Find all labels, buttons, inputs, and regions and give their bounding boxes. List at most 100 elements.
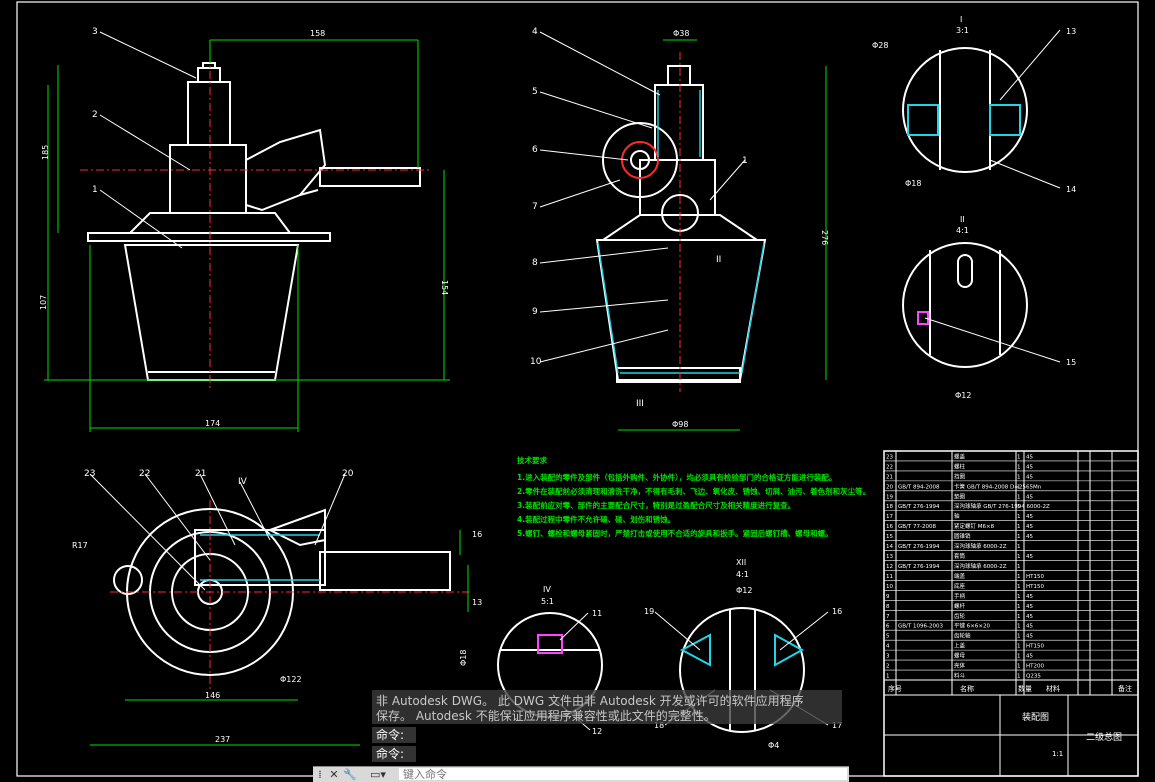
- svg-text:4: 4: [532, 27, 538, 37]
- command-message-line2: 保存。 Autodesk 不能保证应用程序兼容性或此文件的完整性。: [376, 709, 716, 723]
- detail-ii: [902, 242, 1028, 368]
- drawing-scale: 1:1: [1052, 750, 1063, 758]
- drawing-number: 二级总图: [1086, 731, 1122, 743]
- parts-cell-no: 15: [886, 534, 893, 540]
- dim-107: 107: [39, 295, 48, 310]
- parts-cell-no: 19: [886, 494, 893, 500]
- parts-cell-qty: 1: [1017, 584, 1021, 590]
- dim-158: 158: [310, 29, 325, 38]
- svg-text:21: 21: [195, 469, 206, 479]
- parts-cell-mat: HT150: [1026, 574, 1044, 580]
- top-view-balloons: 23 22 21 20 IV: [84, 469, 354, 487]
- svg-text:9: 9: [532, 307, 538, 317]
- parts-list: 23 螺盖 1 4522 螺柱 1 4521 挡圈 1 4520 GB/T 894-2008 卡簧 G…: [884, 452, 1138, 681]
- svg-text:4:1: 4:1: [736, 570, 749, 579]
- parts-cell-name: 底座: [954, 582, 966, 590]
- svg-text:13: 13: [1066, 27, 1076, 36]
- parts-cell-qty: 1: [1017, 634, 1021, 640]
- svg-text:XII: XII: [736, 558, 746, 567]
- parts-cell-mat: 45: [1026, 474, 1033, 480]
- svg-text:5:1: 5:1: [541, 597, 554, 606]
- parts-cell-mat: HT150: [1026, 584, 1044, 590]
- parts-cell-name: 套筒: [954, 552, 966, 560]
- parts-cell-name: 紧定螺钉 M6×8: [954, 522, 995, 530]
- svg-text:146: 146: [205, 691, 220, 700]
- parts-cell-no: 2: [886, 664, 890, 670]
- parts-cell-qty: 1: [1017, 454, 1021, 460]
- svg-text:III: III: [636, 399, 644, 409]
- svg-text:Φ12: Φ12: [955, 391, 971, 400]
- svg-text:Φ38: Φ38: [673, 29, 689, 38]
- parts-cell-qty: 1: [1017, 474, 1021, 480]
- svg-text:16: 16: [472, 530, 482, 539]
- parts-cell-code: GB/T 894-2008: [898, 484, 940, 490]
- svg-text:5: 5: [532, 87, 538, 97]
- parts-cell-code: GB/T 276-1994: [898, 544, 940, 550]
- svg-text:数量: 数量: [1018, 684, 1032, 693]
- parts-cell-qty: 1: [1017, 624, 1021, 630]
- parts-cell-name: 垫圈: [954, 492, 966, 500]
- parts-cell-qty: 1: [1017, 644, 1021, 650]
- svg-text:材料: 材料: [1046, 684, 1060, 693]
- parts-cell-mat: 45: [1026, 624, 1033, 630]
- customize-wrench-icon[interactable]: 🔧: [343, 767, 357, 782]
- svg-text:11: 11: [592, 609, 602, 618]
- parts-cell-qty: 1: [1017, 544, 1021, 550]
- svg-text:13: 13: [472, 598, 482, 607]
- parts-cell-qty: 1: [1017, 534, 1021, 540]
- drawing-canvas[interactable]: 158 185 107 174 154 3 2 1 Φ38 276 Φ98 4 …: [0, 0, 1155, 781]
- parts-cell-name: 手柄: [954, 592, 966, 600]
- svg-text:2.零件在装配前必须清理和清洗干净，不得有毛刺、飞边、氧化皮: 2.零件在装配前必须清理和清洗干净，不得有毛刺、飞边、氧化皮、锈蚀、切屑、油污、…: [517, 486, 870, 496]
- svg-text:12: 12: [592, 727, 602, 736]
- parts-cell-qty: 1: [1017, 614, 1021, 620]
- parts-cell-mat: 45: [1026, 524, 1033, 530]
- parts-cell-no: 8: [886, 604, 890, 610]
- svg-text:II: II: [716, 255, 721, 265]
- parts-cell-mat: HT200: [1026, 664, 1044, 670]
- svg-text:16: 16: [832, 607, 842, 616]
- parts-cell-no: 20: [886, 484, 893, 490]
- parts-cell-no: 6: [886, 624, 890, 630]
- svg-text:20: 20: [342, 469, 354, 479]
- svg-text:3:1: 3:1: [956, 26, 969, 35]
- drag-handle-icon[interactable]: ⁞: [315, 767, 325, 782]
- parts-cell-qty: 1: [1017, 524, 1021, 530]
- parts-cell-qty: 1: [1017, 604, 1021, 610]
- svg-text:15: 15: [1066, 358, 1076, 367]
- parts-cell-name: 齿轮: [954, 612, 966, 620]
- parts-cell-code: GB/T 1096-2003: [898, 624, 943, 630]
- recent-commands-dropdown-icon[interactable]: ▭▾: [363, 767, 393, 782]
- parts-cell-name: 深沟球轴承 6000-2Z: [954, 562, 1007, 570]
- svg-text:IV: IV: [238, 477, 248, 487]
- front-view: [87, 62, 421, 381]
- parts-cell-no: 11: [886, 574, 893, 580]
- parts-cell-mat: 45: [1026, 654, 1033, 660]
- parts-cell-mat: 45: [1026, 464, 1033, 470]
- parts-cell-name: 卡簧 GB/T 894-2008 D=25: [954, 482, 1026, 490]
- parts-cell-mat: 45: [1026, 614, 1033, 620]
- parts-cell-name: 螺母: [954, 652, 966, 660]
- command-input[interactable]: [399, 768, 847, 780]
- close-icon[interactable]: ✕: [327, 767, 341, 782]
- svg-text:名称: 名称: [960, 684, 974, 693]
- parts-cell-mat: 45: [1026, 514, 1033, 520]
- section-view-dimensions: [618, 39, 827, 431]
- parts-cell-qty: 1: [1017, 654, 1021, 660]
- parts-cell-name: 轴: [954, 512, 960, 520]
- parts-cell-no: 3: [886, 654, 890, 660]
- svg-text:备注: 备注: [1118, 684, 1132, 693]
- parts-cell-no: 12: [886, 564, 893, 570]
- parts-cell-name: 上盖: [954, 642, 966, 650]
- parts-cell-no: 17: [886, 514, 893, 520]
- parts-cell-name: 料斗: [954, 672, 966, 680]
- parts-cell-qty: 1: [1017, 484, 1021, 490]
- parts-cell-mat: 45: [1026, 554, 1033, 560]
- svg-text:3.装配前应对零、部件的主要配合尺寸，特别是过盈配合尺寸及相: 3.装配前应对零、部件的主要配合尺寸，特别是过盈配合尺寸及相关精度进行复查。: [517, 500, 795, 510]
- parts-cell-qty: 1: [1017, 574, 1021, 580]
- parts-cell-name: 深沟球轴承 6000-2Z: [954, 542, 1007, 550]
- svg-text:3: 3: [92, 27, 98, 37]
- svg-text:7: 7: [532, 202, 538, 212]
- parts-cell-no: 13: [886, 554, 893, 560]
- section-view: [595, 65, 767, 383]
- parts-cell-name: 螺杆: [954, 602, 966, 610]
